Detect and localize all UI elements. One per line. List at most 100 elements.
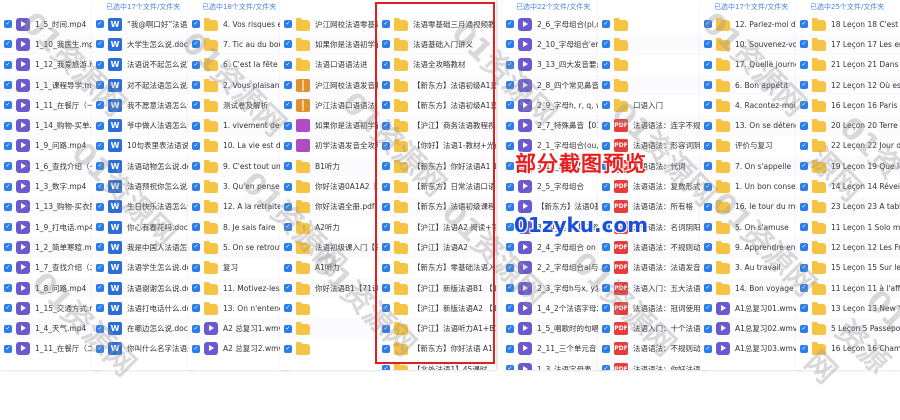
file-row[interactable]: ✓ W 法语谢谢怎么说.docx <box>92 277 192 299</box>
file-row[interactable]: ✓ 如果你是法语初学者.rar <box>280 115 380 136</box>
checkbox[interactable]: ✓ <box>192 101 200 110</box>
checkbox[interactable]: ✓ <box>704 263 712 272</box>
file-row[interactable]: ✓ W 法语说不起怎么说？表扬的法语 <box>92 55 192 75</box>
checkbox[interactable]: ✓ <box>192 202 200 211</box>
checkbox[interactable]: ✓ <box>4 121 12 130</box>
file-row[interactable]: ✓ 4. Racontez-moi <box>700 95 800 115</box>
file-row[interactable]: ✓ 【北外法语1】45课时 <box>378 359 496 370</box>
file-row[interactable]: ✓ 1_4_天气.mp4 <box>0 318 100 339</box>
checkbox[interactable]: ✓ <box>506 81 514 90</box>
checkbox[interactable]: ✓ <box>602 40 610 49</box>
file-row[interactable]: ✓ W 大学生怎么说.docx <box>92 34 192 55</box>
checkbox[interactable]: ✓ <box>284 182 292 191</box>
checkbox[interactable]: ✓ <box>382 101 390 110</box>
checkbox[interactable]: ✓ <box>4 182 12 191</box>
file-row[interactable]: ✓ 9. Apprendre encore <box>700 237 800 258</box>
checkbox[interactable]: ✓ <box>4 20 12 29</box>
file-row[interactable]: ✓ 13. On n'entend bien! <box>188 298 288 318</box>
file-row[interactable]: ✓2_9_字母h, r, q, w, z发音 <box>502 95 608 115</box>
file-row[interactable]: ✓ 1_4_2个法语字母发音 <box>502 298 608 318</box>
checkbox[interactable]: ✓ <box>192 263 200 272</box>
file-row[interactable]: ✓ A1总复习01.wmv <box>700 298 800 318</box>
file-row[interactable]: ✓ W 对不起法语怎么说.docx <box>92 74 192 96</box>
file-row[interactable]: ✓ 16 Leçon 16 Chambres à louer <box>796 339 900 359</box>
checkbox[interactable]: ✓ <box>192 324 200 333</box>
file-row[interactable]: ✓ 22 Leçon 22 Jour de fête <box>796 136 900 156</box>
file-row[interactable]: ✓ 法语口语语法进 <box>280 55 380 75</box>
file-row[interactable]: ✓ 测试卷及解析 <box>188 95 288 115</box>
checkbox[interactable]: ✓ <box>382 243 390 252</box>
file-row[interactable]: ✓ 1_12_我爱旅游.mp4 <box>0 55 100 75</box>
file-row[interactable]: ✓ 4. Vos risques et périls <box>188 14 288 34</box>
checkbox[interactable]: ✓ <box>96 202 104 211</box>
checkbox[interactable]: ✓ <box>96 60 104 69</box>
file-row[interactable]: ✓ 1_14_购物-买单.mp4 <box>0 115 100 136</box>
checkbox[interactable]: ✓ <box>602 365 610 370</box>
file-row[interactable]: ✓ 10. Souvenez-vous <box>700 34 800 55</box>
checkbox[interactable]: ✓ <box>506 101 514 110</box>
checkbox[interactable]: ✓ <box>192 60 200 69</box>
file-row[interactable]: ✓ PDF 法语入门：五大法语发音 <box>598 277 706 299</box>
file-row[interactable]: ✓ 16 Leçon 16 Paris autrement <box>796 95 900 115</box>
checkbox[interactable]: ✓ <box>506 141 514 150</box>
file-row[interactable]: ✓ PDF 法语语法：法语发音技巧 <box>598 258 706 278</box>
checkbox[interactable]: ✓ <box>284 40 292 49</box>
checkbox[interactable]: ✓ <box>506 121 514 130</box>
file-row[interactable]: ✓2_2_字母组合ai与ei发音 <box>502 258 608 278</box>
checkbox[interactable]: ✓ <box>382 40 390 49</box>
file-row[interactable]: ✓ 2. Vous plaisantez! <box>188 74 288 96</box>
checkbox[interactable]: ✓ <box>704 60 712 69</box>
file-row[interactable]: ✓ 【新东方】法语初级课程搜索 <box>378 196 496 217</box>
file-row[interactable]: ✓ 2_3_字母h与x, y发音 <box>502 277 608 299</box>
checkbox[interactable]: ✓ <box>602 243 610 252</box>
file-row[interactable]: ✓ 1_3_法语字母表 <box>502 359 608 370</box>
checkbox[interactable]: ✓ <box>506 344 514 353</box>
file-row[interactable]: ✓ 15 Leçon 15 Sur les pas <box>796 258 900 278</box>
checkbox[interactable]: ✓ <box>800 202 808 211</box>
checkbox[interactable]: ✓ <box>800 20 808 29</box>
checkbox[interactable]: ✓ <box>284 263 292 272</box>
checkbox[interactable]: ✓ <box>506 324 514 333</box>
checkbox[interactable]: ✓ <box>506 162 514 171</box>
checkbox[interactable]: ✓ <box>284 223 292 232</box>
file-row[interactable]: ✓ 16. le tour du monde <box>700 196 800 217</box>
checkbox[interactable]: ✓ <box>96 101 104 110</box>
file-row[interactable]: ✓ A1听力 <box>280 258 380 278</box>
file-row[interactable]: ✓ 14. Bon voyage <box>700 277 800 299</box>
checkbox[interactable]: ✓ <box>704 284 712 292</box>
checkbox[interactable]: ✓ <box>382 202 390 211</box>
file-row[interactable]: ✓ 11. Motivez-les ! <box>188 277 288 299</box>
file-row[interactable]: ✓2_7_特殊鼻音【01资源网】 <box>502 115 608 136</box>
file-row[interactable]: ✓ 1_11_在餐厅（一）.mp4 <box>0 95 100 115</box>
file-row[interactable]: ✓ W 你心有春花吗.docx <box>92 217 192 237</box>
checkbox[interactable]: ✓ <box>602 304 610 313</box>
checkbox[interactable]: ✓ <box>96 304 104 313</box>
checkbox[interactable]: ✓ <box>284 162 292 171</box>
checkbox[interactable]: ✓ <box>704 121 712 130</box>
checkbox[interactable]: ✓ <box>800 304 808 313</box>
checkbox[interactable]: ✓ <box>284 101 292 110</box>
checkbox[interactable]: ✓ <box>96 162 104 171</box>
file-row[interactable]: ✓ 14 Leçon 14 Réveille-toi <box>796 176 900 196</box>
checkbox[interactable]: ✓ <box>284 202 292 211</box>
checkbox[interactable]: ✓ <box>192 344 200 353</box>
file-row[interactable]: ✓ W 法语打电话什么.docx <box>92 298 192 318</box>
checkbox[interactable]: ✓ <box>284 243 292 252</box>
checkbox[interactable]: ✓ <box>506 202 514 211</box>
file-row[interactable]: ✓ 【新东方】法语初级A1直达课 讲 <box>378 95 496 115</box>
checkbox[interactable]: ✓ <box>800 324 808 333</box>
file-row[interactable]: ✓ 17 Leçon 17 Les enfants <box>796 34 900 55</box>
checkbox[interactable]: ✓ <box>192 304 200 313</box>
checkbox[interactable]: ✓ <box>800 60 808 69</box>
checkbox[interactable]: ✓ <box>704 202 712 211</box>
file-row[interactable]: ✓ 12. Parlez-moi de vous <box>700 14 800 34</box>
checkbox[interactable]: ✓ <box>96 141 104 150</box>
checkbox[interactable]: ✓ <box>284 20 292 29</box>
file-row[interactable]: ✓ 1_6_查找介绍（一）.mp4 <box>0 156 100 177</box>
checkbox[interactable]: ✓ <box>96 20 104 29</box>
file-row[interactable]: ✓ 沪江法语口语语法.zip <box>280 95 380 115</box>
checkbox[interactable]: ✓ <box>704 304 712 313</box>
checkbox[interactable]: ✓ <box>192 162 200 171</box>
file-row[interactable]: ✓ 1_9_打电话.mp4 <box>0 217 100 237</box>
checkbox[interactable]: ✓ <box>704 344 712 353</box>
